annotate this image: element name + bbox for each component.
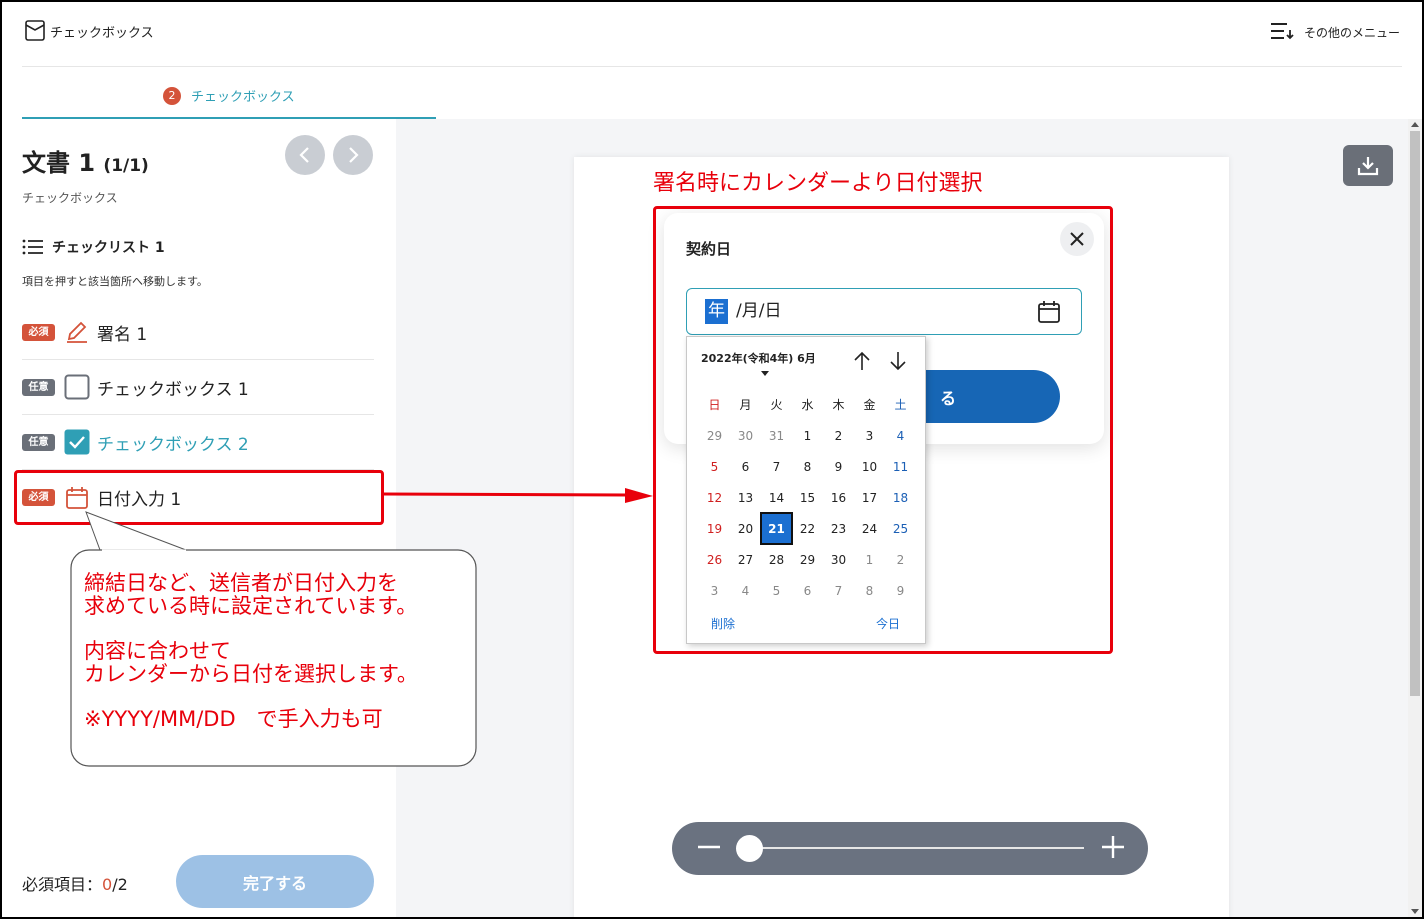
download-icon bbox=[1357, 156, 1379, 175]
required-count-label: 必須項目： bbox=[22, 875, 103, 894]
zoom-slider-knob[interactable] bbox=[736, 835, 763, 862]
annotation-highlight-modal bbox=[653, 206, 1113, 654]
download-button[interactable] bbox=[1343, 145, 1393, 186]
required-count-total: /2 bbox=[112, 875, 128, 894]
menu-list-icon bbox=[1270, 22, 1294, 43]
vertical-scrollbar[interactable] bbox=[1408, 119, 1422, 917]
complete-button[interactable]: 完了する bbox=[176, 855, 374, 908]
annotation-title: 署名時にカレンダーより日付選択 bbox=[653, 171, 983, 196]
plus-icon bbox=[1102, 836, 1124, 858]
zoom-control bbox=[672, 822, 1148, 875]
required-count: 必須項目：0/2 bbox=[22, 871, 128, 895]
required-count-done: 0 bbox=[102, 875, 113, 894]
zoom-in-button[interactable] bbox=[1098, 832, 1128, 862]
annotation-callout-text: 締結日など、送信者が日付入力を 求めている時に設定されています。 内容に合わせて カレ… bbox=[84, 572, 418, 731]
other-menu-button[interactable]: その他のメニュー bbox=[1270, 22, 1400, 43]
minus-icon bbox=[698, 845, 720, 849]
callout-line: ※YYYY/MM/DD で手入力も可 bbox=[84, 707, 383, 731]
other-menu-label: その他のメニュー bbox=[1303, 26, 1400, 40]
scroll-up-arrow-icon[interactable] bbox=[1411, 122, 1419, 127]
callout-line: 締結日など、送信者が日付入力を bbox=[84, 571, 398, 595]
callout-line: カレンダーから日付を選択します。 bbox=[84, 662, 418, 686]
callout-line: 求めている時に設定されています。 bbox=[84, 594, 418, 618]
callout-line bbox=[84, 686, 418, 708]
callout-line: 内容に合わせて bbox=[84, 639, 231, 663]
scroll-down-arrow-icon[interactable] bbox=[1411, 909, 1419, 914]
zoom-slider-track[interactable] bbox=[748, 847, 1084, 849]
zoom-out-button[interactable] bbox=[694, 832, 724, 862]
callout-line bbox=[84, 618, 418, 640]
scrollbar-thumb[interactable] bbox=[1410, 131, 1420, 696]
